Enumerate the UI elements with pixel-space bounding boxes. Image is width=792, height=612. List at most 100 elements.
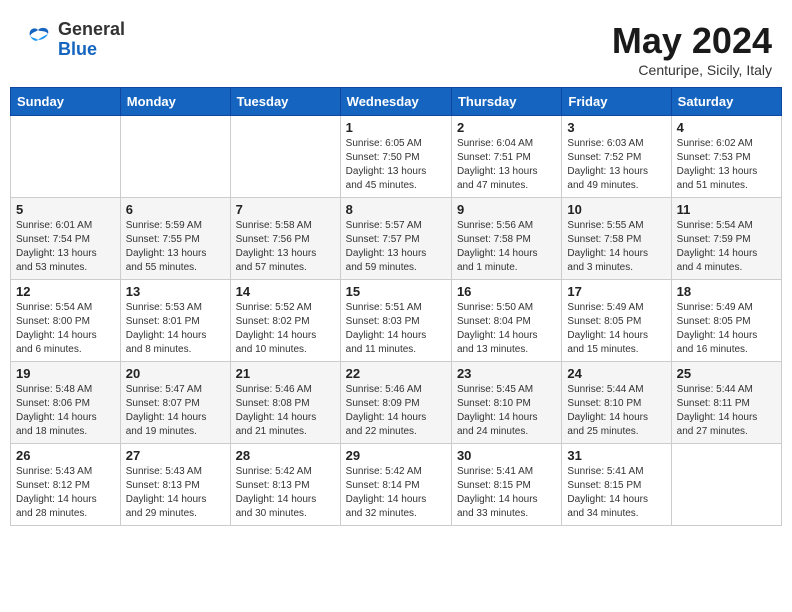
- day-info: Sunrise: 5:48 AM Sunset: 8:06 PM Dayligh…: [16, 383, 115, 439]
- day-info: Sunrise: 6:02 AM Sunset: 7:53 PM Dayligh…: [677, 137, 776, 193]
- calendar-cell: 13Sunrise: 5:53 AM Sunset: 8:01 PM Dayli…: [120, 280, 230, 362]
- day-number: 17: [567, 284, 665, 299]
- calendar-cell: 23Sunrise: 5:45 AM Sunset: 8:10 PM Dayli…: [451, 362, 561, 444]
- calendar-cell: 30 Sunrise: 5:41 AM Sunset: 8:15 PM Dayli…: [451, 444, 561, 526]
- day-info: Sunrise: 5:55 AM Sunset: 7:58 PM Dayligh…: [567, 219, 665, 275]
- day-number: 5: [16, 202, 115, 217]
- day-number: 22: [346, 366, 446, 381]
- day-number: 7: [236, 202, 335, 217]
- calendar-cell: 28 Sunrise: 5:42 AM Sunset: 8:13 PM Dayli…: [230, 444, 340, 526]
- day-number: 1: [346, 120, 446, 135]
- logo: General Blue: [20, 20, 125, 60]
- calendar-cell: 10 Sunrise: 5:55 AM Sunset: 7:58 PM Dayli…: [562, 198, 671, 280]
- day-info: Sunrise: 5:43 AM Sunset: 8:13 PM Dayligh…: [126, 465, 225, 521]
- calendar-cell: 17 Sunrise: 5:49 AM Sunset: 8:05 PM Dayli…: [562, 280, 671, 362]
- day-number: 21: [236, 366, 335, 381]
- day-info: Sunrise: 5:54 AM Sunset: 7:59 PM Dayligh…: [677, 219, 776, 275]
- day-info: Sunrise: 5:41 AM Sunset: 8:15 PM Dayligh…: [457, 465, 556, 521]
- month-title: May 2024: [612, 20, 772, 62]
- location-subtitle: Centuripe, Sicily, Italy: [612, 62, 772, 78]
- calendar-cell: 18Sunrise: 5:49 AM Sunset: 8:05 PM Dayli…: [671, 280, 781, 362]
- calendar-cell: 19 Sunrise: 5:48 AM Sunset: 8:06 PM Dayli…: [11, 362, 121, 444]
- calendar-cell: [120, 116, 230, 198]
- day-info: Sunrise: 5:50 AM Sunset: 8:04 PM Dayligh…: [457, 301, 556, 357]
- calendar-week-row: 19 Sunrise: 5:48 AM Sunset: 8:06 PM Dayli…: [11, 362, 782, 444]
- day-info: Sunrise: 5:52 AM Sunset: 8:02 PM Dayligh…: [236, 301, 335, 357]
- logo-icon: [20, 22, 56, 58]
- weekday-header: Friday: [562, 88, 671, 116]
- day-info: Sunrise: 5:44 AM Sunset: 8:11 PM Dayligh…: [677, 383, 776, 439]
- day-number: 11: [677, 202, 776, 217]
- calendar-header-row: SundayMondayTuesdayWednesdayThursdayFrid…: [11, 88, 782, 116]
- calendar-cell: 31 Sunrise: 5:41 AM Sunset: 8:15 PM Dayli…: [562, 444, 671, 526]
- day-info: Sunrise: 6:05 AM Sunset: 7:50 PM Dayligh…: [346, 137, 446, 193]
- calendar-cell: 22 Sunrise: 5:46 AM Sunset: 8:09 PM Dayli…: [340, 362, 451, 444]
- day-number: 12: [16, 284, 115, 299]
- calendar-cell: 29 Sunrise: 5:42 AM Sunset: 8:14 PM Dayli…: [340, 444, 451, 526]
- day-number: 25: [677, 366, 776, 381]
- calendar-cell: 12Sunrise: 5:54 AM Sunset: 8:00 PM Dayli…: [11, 280, 121, 362]
- calendar-cell: 26Sunrise: 5:43 AM Sunset: 8:12 PM Dayli…: [11, 444, 121, 526]
- day-info: Sunrise: 5:46 AM Sunset: 8:09 PM Dayligh…: [346, 383, 446, 439]
- day-number: 8: [346, 202, 446, 217]
- day-number: 31: [567, 448, 665, 463]
- day-number: 16: [457, 284, 556, 299]
- weekday-header: Saturday: [671, 88, 781, 116]
- day-number: 4: [677, 120, 776, 135]
- calendar-cell: 8Sunrise: 5:57 AM Sunset: 7:57 PM Daylig…: [340, 198, 451, 280]
- day-info: Sunrise: 5:44 AM Sunset: 8:10 PM Dayligh…: [567, 383, 665, 439]
- calendar-week-row: 12Sunrise: 5:54 AM Sunset: 8:00 PM Dayli…: [11, 280, 782, 362]
- logo-general: General: [58, 19, 125, 39]
- calendar-cell: 16 Sunrise: 5:50 AM Sunset: 8:04 PM Dayli…: [451, 280, 561, 362]
- calendar-cell: 9 Sunrise: 5:56 AM Sunset: 7:58 PM Daylig…: [451, 198, 561, 280]
- weekday-header: Sunday: [11, 88, 121, 116]
- day-info: Sunrise: 5:58 AM Sunset: 7:56 PM Dayligh…: [236, 219, 335, 275]
- day-info: Sunrise: 5:59 AM Sunset: 7:55 PM Dayligh…: [126, 219, 225, 275]
- weekday-header: Wednesday: [340, 88, 451, 116]
- day-info: Sunrise: 5:53 AM Sunset: 8:01 PM Dayligh…: [126, 301, 225, 357]
- day-number: 29: [346, 448, 446, 463]
- calendar-cell: 21 Sunrise: 5:46 AM Sunset: 8:08 PM Dayli…: [230, 362, 340, 444]
- calendar-cell: 11 Sunrise: 5:54 AM Sunset: 7:59 PM Dayli…: [671, 198, 781, 280]
- day-info: Sunrise: 5:41 AM Sunset: 8:15 PM Dayligh…: [567, 465, 665, 521]
- calendar-week-row: 26Sunrise: 5:43 AM Sunset: 8:12 PM Dayli…: [11, 444, 782, 526]
- day-number: 2: [457, 120, 556, 135]
- calendar-cell: 3 Sunrise: 6:03 AM Sunset: 7:52 PM Daylig…: [562, 116, 671, 198]
- calendar-cell: 24Sunrise: 5:44 AM Sunset: 8:10 PM Dayli…: [562, 362, 671, 444]
- weekday-header: Thursday: [451, 88, 561, 116]
- calendar-cell: 2 Sunrise: 6:04 AM Sunset: 7:51 PM Daylig…: [451, 116, 561, 198]
- day-number: 3: [567, 120, 665, 135]
- page-header: General Blue May 2024 Centuripe, Sicily,…: [10, 10, 782, 83]
- calendar-cell: 15Sunrise: 5:51 AM Sunset: 8:03 PM Dayli…: [340, 280, 451, 362]
- day-info: Sunrise: 6:01 AM Sunset: 7:54 PM Dayligh…: [16, 219, 115, 275]
- day-number: 30: [457, 448, 556, 463]
- day-info: Sunrise: 5:46 AM Sunset: 8:08 PM Dayligh…: [236, 383, 335, 439]
- day-number: 27: [126, 448, 225, 463]
- calendar-cell: [11, 116, 121, 198]
- day-info: Sunrise: 6:04 AM Sunset: 7:51 PM Dayligh…: [457, 137, 556, 193]
- day-info: Sunrise: 5:42 AM Sunset: 8:13 PM Dayligh…: [236, 465, 335, 521]
- calendar-cell: 20Sunrise: 5:47 AM Sunset: 8:07 PM Dayli…: [120, 362, 230, 444]
- calendar-cell: 7 Sunrise: 5:58 AM Sunset: 7:56 PM Daylig…: [230, 198, 340, 280]
- day-info: Sunrise: 5:49 AM Sunset: 8:05 PM Dayligh…: [567, 301, 665, 357]
- day-info: Sunrise: 5:43 AM Sunset: 8:12 PM Dayligh…: [16, 465, 115, 521]
- weekday-header: Tuesday: [230, 88, 340, 116]
- day-number: 28: [236, 448, 335, 463]
- day-number: 19: [16, 366, 115, 381]
- logo-blue: Blue: [58, 39, 97, 59]
- day-info: Sunrise: 5:45 AM Sunset: 8:10 PM Dayligh…: [457, 383, 556, 439]
- day-number: 15: [346, 284, 446, 299]
- calendar-cell: 6Sunrise: 5:59 AM Sunset: 7:55 PM Daylig…: [120, 198, 230, 280]
- calendar-table: SundayMondayTuesdayWednesdayThursdayFrid…: [10, 87, 782, 526]
- day-number: 9: [457, 202, 556, 217]
- calendar-week-row: 5 Sunrise: 6:01 AM Sunset: 7:54 PM Daylig…: [11, 198, 782, 280]
- day-number: 20: [126, 366, 225, 381]
- calendar-week-row: 1 Sunrise: 6:05 AM Sunset: 7:50 PM Daylig…: [11, 116, 782, 198]
- calendar-cell: 4 Sunrise: 6:02 AM Sunset: 7:53 PM Daylig…: [671, 116, 781, 198]
- day-number: 10: [567, 202, 665, 217]
- day-info: Sunrise: 5:42 AM Sunset: 8:14 PM Dayligh…: [346, 465, 446, 521]
- calendar-cell: [671, 444, 781, 526]
- day-info: Sunrise: 5:56 AM Sunset: 7:58 PM Dayligh…: [457, 219, 556, 275]
- title-block: May 2024 Centuripe, Sicily, Italy: [612, 20, 772, 78]
- day-info: Sunrise: 6:03 AM Sunset: 7:52 PM Dayligh…: [567, 137, 665, 193]
